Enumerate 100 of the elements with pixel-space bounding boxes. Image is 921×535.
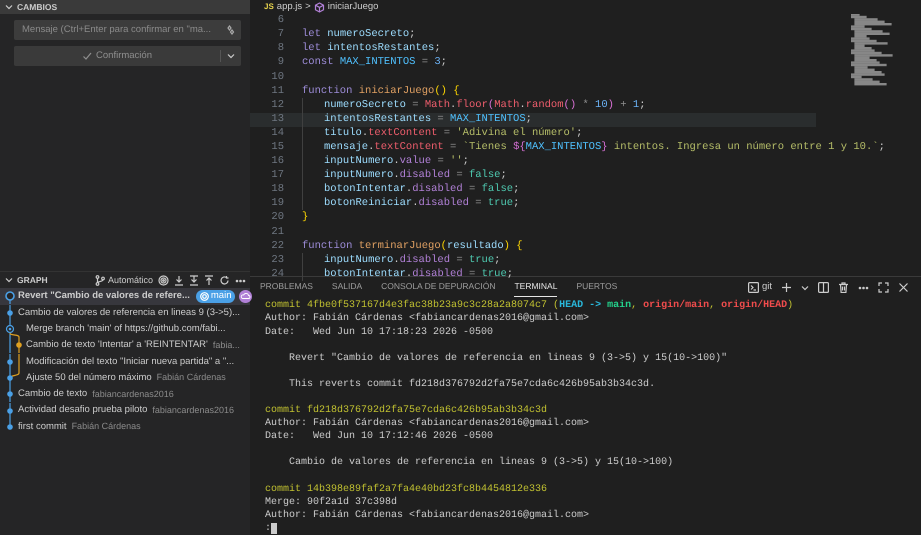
code-line: inputNumero.disabled = false; — [324, 168, 507, 183]
commit-message: Actividad desafio prueba piloto — [18, 403, 148, 418]
text-cursor — [271, 522, 278, 534]
code-line: botonReiniciar.disabled = true; — [324, 196, 520, 212]
target-icon[interactable] — [158, 274, 169, 286]
commit-message: Modificación del texto "Iniciar nueva partida" a "... — [26, 354, 234, 369]
line-number: 6 — [276, 13, 284, 28]
commit-message: Cambio de texto — [18, 387, 88, 402]
terminal-line: commit 14b398e89faf2a7fa4e40bd23fc8b4454812e336 — [265, 482, 548, 496]
section-header[interactable]: GRAPH Automático — [0, 271, 250, 288]
code-line: intentosRestantes = MAX_INTENTOS; — [324, 112, 532, 127]
pull-icon[interactable] — [189, 274, 199, 286]
commit-message: Cambio de valores de referencia en lineas 9 (3->5)... — [18, 306, 240, 320]
terminal-selector[interactable]: git — [748, 280, 772, 294]
commit-row[interactable]: Actividad desafio prueba piloto fabiancardenas2016 — [0, 402, 250, 419]
line-number: 10 — [270, 70, 284, 85]
chevron-icon[interactable] — [226, 51, 236, 61]
terminal-line: Cambio de valores de referencia en lineas 9 (3->5) y 15(10->100) — [288, 456, 674, 470]
commit-author: fabiancardenas2016 — [92, 388, 174, 400]
commit-row[interactable]: Modificación del texto "Iniciar nueva partida" a "... — [0, 354, 250, 370]
terminal-line: commit 4fbe0f537167d4e3fac38b23a9c3c28a2a8074c7 (HEAD -> main, origin/main, origin/HEAD) — [265, 298, 794, 312]
branch-badge: main — [196, 290, 236, 303]
panel-tab[interactable]: TERMINAL — [514, 277, 558, 298]
maximize-icon[interactable] — [878, 282, 889, 293]
close-icon[interactable] — [898, 282, 909, 293]
terminal-line: Merge: 90f2a1d 37c398d — [265, 496, 398, 510]
commit-row[interactable]: Merge branch 'main' of https://github.com/fabi... — [0, 320, 250, 338]
commit-row[interactable]: Revert "Cambio de valores de refere... main — [0, 288, 250, 305]
commit-row[interactable]: Cambio de valores de referencia en lineas 9 (3->5)... — [0, 304, 250, 321]
terminal-icon — [748, 282, 759, 293]
line-number: 18 — [270, 182, 284, 198]
commit-author: fabiancardenas2016 — [152, 404, 234, 417]
commit-message-field[interactable]: Mensaje (Ctrl+Enter para confirmar en "ma... — [14, 20, 241, 40]
commit-row[interactable]: Ajuste 50 del número máximo Fabián Cárdenas — [0, 370, 250, 386]
commit-message: Revert "Cambio de valores de refere... — [18, 289, 190, 304]
trash-icon[interactable] — [838, 282, 849, 293]
section-header[interactable]: CAMBIOS — [0, 0, 250, 14]
commit-row[interactable]: first commit Fabián Cárdenas — [0, 418, 250, 435]
terminal-line: Date: Wed Jun 10 17:18:23 2026 -0500 — [265, 326, 494, 340]
plus-icon[interactable] — [781, 282, 792, 293]
target-icon — [200, 292, 209, 301]
line-number: 19 — [270, 196, 284, 212]
code-line: const MAX_INTENTOS = 3; — [302, 55, 447, 70]
line-number: 9 — [276, 55, 284, 70]
terminal-line: Author: Fabián Cárdenas <fabiancardenas2016@gmail.com> — [265, 508, 590, 523]
line-number: 14 — [270, 126, 284, 141]
js-file-icon: JS — [264, 1, 274, 13]
commit-author: fabia... — [212, 338, 240, 352]
line-number: 13 — [270, 112, 284, 127]
commit-message: Ajuste 50 del número máximo — [26, 370, 152, 385]
code-line: function terminarJuego(resultado) { — [302, 238, 523, 254]
terminal-line: Revert "Cambio de valores de referencia en lineas 9 (3->5) y 15(10->100)" — [288, 352, 728, 366]
code-line: botonIntentar.disabled = false; — [324, 182, 520, 197]
code-line: let numeroSecreto; — [302, 27, 416, 42]
split-icon[interactable] — [818, 282, 829, 293]
code-line: mensaje.textContent = `Tienes ${MAX_INTENTOS} intentos. Ingresa un número entre 1 y 10.`; — [324, 140, 885, 155]
terminal-line: Author: Fabián Cárdenas <fabiancardenas2016@gmail.com> — [265, 312, 590, 326]
terminal-line: Date: Wed Jun 10 17:12:46 2026 -0500 — [265, 430, 494, 444]
branch-icon — [94, 274, 105, 286]
panel-tab[interactable]: PUERTOS — [576, 277, 618, 298]
commit-row[interactable]: Cambio de texto 'Intentar' a 'REINTENTAR' fabia... — [0, 337, 250, 354]
commit-author: Fabián Cárdenas — [72, 420, 141, 434]
terminal-line: Author: Fabián Cárdenas <fabiancardenas2016@gmail.com> — [265, 416, 590, 430]
commit-graph-drawing — [2, 288, 16, 304]
terminal-prompt: : — [265, 522, 272, 535]
line-number: 11 — [270, 84, 284, 99]
code-line: titulo.textContent = 'Adivina el número'; — [324, 126, 582, 141]
code-line: inputNumero.disabled = true; — [324, 252, 500, 268]
breadcrumb-item[interactable]: iniciarJuego — [328, 0, 378, 14]
breadcrumb-item[interactable]: app.js — [276, 0, 302, 14]
line-number: 21 — [270, 224, 284, 240]
code-line: numeroSecreto = Math.floor(Math.random() * 10) + 1; — [324, 98, 646, 113]
check-icon — [82, 51, 92, 61]
push-icon[interactable] — [204, 274, 214, 286]
breadcrumb-separator: > — [305, 0, 311, 14]
refresh-icon[interactable] — [219, 274, 230, 286]
cloud-icon — [239, 290, 252, 303]
fetch-icon[interactable] — [174, 274, 184, 286]
code-line: function iniciarJuego() { — [302, 84, 460, 99]
section-title: GRAPH — [17, 274, 48, 287]
terminal-line: This reverts commit fd218d376792d2fa75e7cda6c426b95ab3b34c3d. — [288, 378, 656, 392]
code-line: inputNumero.value = ''; — [324, 154, 469, 169]
chevron-icon — [4, 2, 14, 12]
commit-message: Merge branch 'main' of https://github.com/fabi... — [26, 322, 226, 336]
commit-message: first commit — [18, 420, 67, 434]
code-line: } — [302, 210, 308, 226]
code-line: let intentosRestantes; — [302, 41, 441, 56]
terminal-line: commit fd218d376792d2fa75e7cda6c426b95ab3b34c3d — [265, 404, 548, 418]
line-number: 23 — [270, 252, 284, 268]
commit-message: Cambio de texto 'Intentar' a 'REINTENTAR' — [26, 338, 208, 352]
commit-row[interactable]: Cambio de texto fabiancardenas2016 — [0, 386, 250, 402]
line-number: 7 — [276, 27, 284, 42]
line-number: 16 — [270, 154, 284, 170]
line-number: 20 — [270, 210, 284, 226]
section-title: CAMBIOS — [17, 0, 58, 14]
line-number: 15 — [270, 140, 284, 156]
branch-mode-button[interactable]: Automático — [94, 274, 153, 288]
cube-icon — [314, 2, 325, 12]
commit-author: Fabián Cárdenas — [156, 371, 226, 384]
line-number: 17 — [270, 168, 284, 184]
